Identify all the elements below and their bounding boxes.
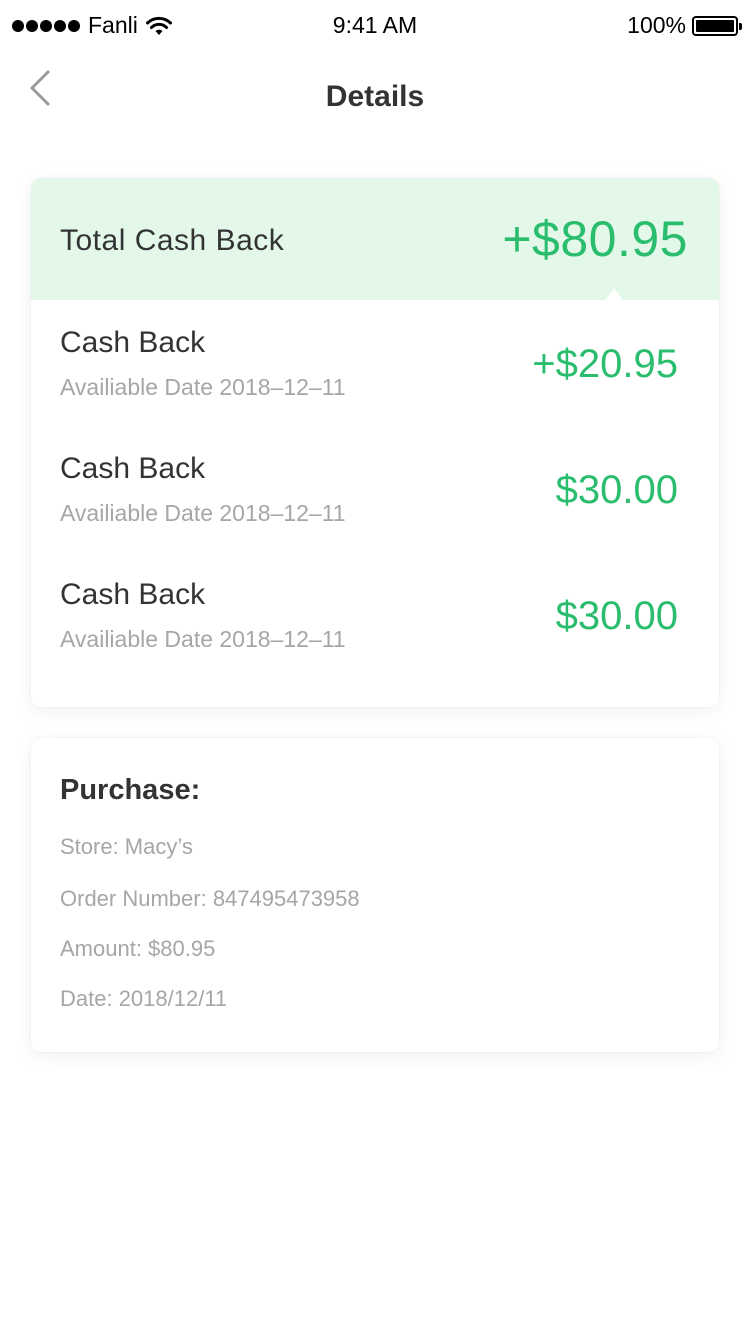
cash-back-item-amount: $30.00 (555, 594, 678, 638)
header-pointer (605, 288, 623, 300)
battery-icon (692, 15, 742, 36)
page-title: Details (325, 80, 425, 113)
purchase-title: Purchase: (60, 774, 201, 806)
battery-level-fill (696, 19, 734, 32)
cash-back-item-date: Availiable Date 2018–12–11 (60, 500, 346, 526)
total-cash-back-label: Total Cash Back (60, 224, 285, 257)
cash-back-item: Cash Back Availiable Date 2018–12–11 +$2… (31, 326, 719, 436)
battery-percentage: 100% (627, 12, 686, 38)
cash-back-item: Cash Back Availiable Date 2018–12–11 $30… (31, 578, 719, 688)
navigation-bar: Details (0, 48, 750, 144)
cash-back-item-title: Cash Back (60, 452, 206, 485)
purchase-store: Store: Macy’s (60, 834, 193, 859)
purchase-order-number: Order Number: 847495473958 (60, 886, 360, 911)
total-cash-back-header: Total Cash Back +$80.95 (31, 178, 719, 300)
cash-back-item-amount: +$20.95 (532, 342, 678, 386)
cash-back-item-date: Availiable Date 2018–12–11 (60, 374, 346, 400)
cash-back-card: Total Cash Back +$80.95 Cash Back Availi… (31, 178, 719, 707)
cash-back-item-title: Cash Back (60, 326, 206, 359)
purchase-amount: Amount: $80.95 (60, 936, 216, 961)
cash-back-item-amount: $30.00 (555, 468, 678, 512)
status-right: 100% (627, 12, 742, 39)
purchase-date: Date: 2018/12/11 (60, 986, 228, 1011)
cash-back-item-title: Cash Back (60, 578, 206, 611)
purchase-card: Purchase: Store: Macy’s Order Number: 84… (31, 738, 719, 1052)
status-bar: Fanli 9:41 AM 100% (0, 0, 750, 48)
total-cash-back-amount: +$80.95 (502, 211, 688, 267)
cash-back-item-date: Availiable Date 2018–12–11 (60, 626, 346, 652)
cash-back-item: Cash Back Availiable Date 2018–12–11 $30… (31, 452, 719, 562)
